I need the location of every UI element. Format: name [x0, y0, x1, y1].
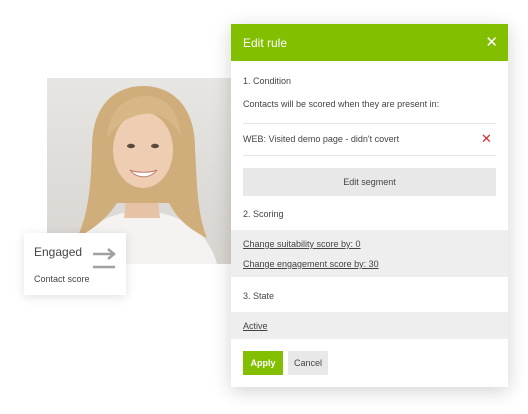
- divider: [243, 123, 496, 124]
- condition-heading: 1. Condition: [243, 76, 292, 86]
- state-block: Active: [231, 312, 508, 339]
- segment-item: WEB: Visited demo page - didn't covert: [243, 134, 400, 144]
- remove-x-icon[interactable]: ✕: [481, 131, 492, 147]
- condition-description: Contacts will be scored when they are pr…: [243, 99, 440, 109]
- close-icon[interactable]: ✕: [485, 35, 498, 50]
- edit-segment-button[interactable]: Edit segment: [243, 168, 496, 196]
- edit-rule-dialog: Edit rule ✕ 1. Condition Contacts will b…: [231, 24, 508, 387]
- dialog-title: Edit rule: [243, 35, 288, 50]
- cancel-button[interactable]: Cancel: [288, 351, 328, 375]
- state-active-link[interactable]: Active: [243, 321, 268, 331]
- dialog-header: Edit rule ✕: [231, 24, 508, 61]
- engaged-label: Engaged: [34, 245, 83, 259]
- divider: [243, 155, 496, 156]
- state-heading: 3. State: [243, 291, 275, 301]
- scoring-heading: 2. Scoring: [243, 209, 284, 219]
- scoring-links-block: Change suitability score by: 0 Change en…: [231, 230, 508, 277]
- apply-button[interactable]: Apply: [243, 351, 283, 375]
- contact-score-label: Contact score: [34, 274, 90, 284]
- engagement-score-link[interactable]: Change engagement score by: 30: [243, 259, 379, 269]
- suitability-score-link[interactable]: Change suitability score by: 0: [243, 239, 361, 249]
- arrow-right-icon: [91, 248, 119, 275]
- engaged-card: Engaged Contact score: [24, 233, 126, 295]
